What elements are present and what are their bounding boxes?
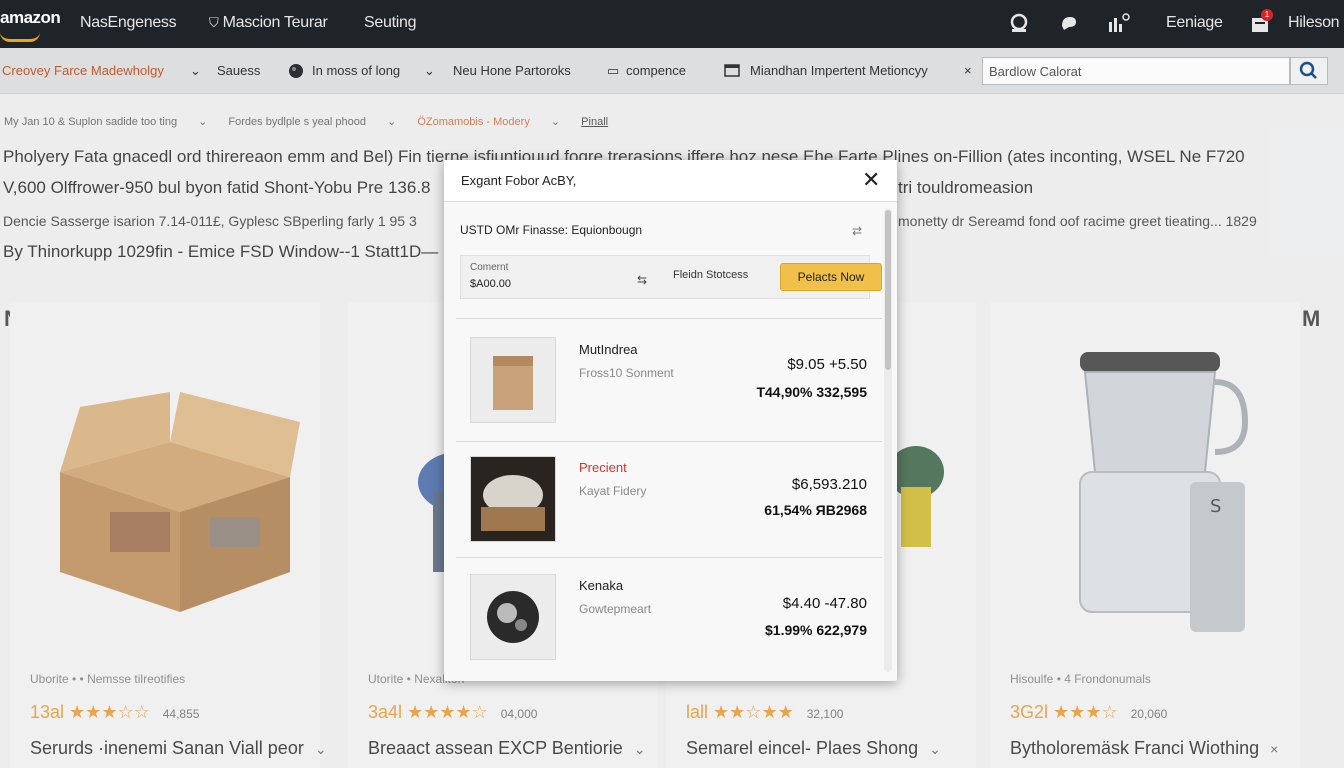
category-item-4[interactable]: Neu Hone Partoroks: [453, 63, 571, 78]
scrollbar-thumb[interactable]: [885, 210, 891, 370]
item-name[interactable]: Kenaka: [579, 578, 623, 593]
swap-icon[interactable]: ⇆: [637, 273, 647, 287]
paper-bag-image: [493, 356, 533, 410]
chat-icon[interactable]: [1058, 12, 1080, 34]
item-subtitle: Fross10 Sonment: [579, 366, 674, 380]
filter-icon: ⛉: [209, 15, 219, 30]
hileson-link[interactable]: Hileson: [1288, 14, 1340, 32]
currency-value[interactable]: $A00.00: [470, 278, 511, 290]
nav-item-3[interactable]: Seuting: [364, 14, 416, 32]
category-item-1[interactable]: Creovey Farce Madewholgy: [2, 63, 164, 78]
chevron-down-icon[interactable]: ⌄: [190, 63, 201, 79]
logo-text: amazon: [0, 8, 61, 27]
nav-item-2-label: Mascion Teurar: [222, 14, 328, 31]
item-subtitle: Gowtepmeart: [579, 602, 652, 616]
modal-label: USTD OMr Finasse: Equionbougn: [460, 223, 643, 237]
round-object-image: [487, 591, 539, 643]
item-thumbnail[interactable]: [470, 337, 556, 423]
currency-option[interactable]: Fleidn Stotcess: [673, 269, 748, 281]
search-button[interactable]: [1290, 57, 1328, 85]
pelacts-now-button[interactable]: Pelacts Now: [780, 263, 882, 291]
link-icon[interactable]: ⇄: [852, 224, 862, 238]
divider: [456, 318, 882, 319]
item-subtitle: Kayat Fidery: [579, 484, 647, 498]
notification-badge: 1: [1261, 9, 1273, 21]
logo-smile-icon: [0, 32, 40, 42]
modal-title: Exgant Fobor AcBY,: [461, 173, 577, 188]
close-icon[interactable]: ×: [964, 63, 972, 78]
currency-label: Comernt: [470, 262, 509, 273]
item-price: $6,593.210: [791, 476, 867, 493]
item-change: 61,54% ЯB2968: [764, 502, 867, 518]
item-price: $9.05 +5.50: [787, 356, 867, 373]
amazon-logo[interactable]: amazon: [0, 8, 61, 42]
item-change: $1.99% 622,979: [765, 622, 867, 638]
currency-row: Comernt $A00.00 ⇆ Fleidn Stotcess Pelact…: [460, 255, 882, 299]
divider: [456, 441, 882, 442]
stats-icon[interactable]: [1106, 12, 1130, 34]
item-price: $4.40 -47.80: [782, 595, 867, 612]
category-item-2[interactable]: Sauess: [217, 63, 260, 78]
search-icon: [1299, 61, 1317, 79]
category-item-3[interactable]: In moss of long: [312, 63, 400, 78]
item-thumbnail[interactable]: [470, 574, 556, 660]
item-change: T44,90% 332,595: [756, 384, 867, 400]
divider: [456, 557, 882, 558]
close-button[interactable]: ✕: [862, 167, 880, 193]
item-thumbnail[interactable]: [470, 456, 556, 542]
chevron-down-icon[interactable]: ⌄: [424, 63, 435, 79]
item-name[interactable]: MutIndrea: [579, 342, 638, 357]
globe-icon: [288, 63, 304, 82]
calendar-icon: [724, 63, 740, 80]
category-item-6[interactable]: Miandhan Impertent Metioncyy: [750, 63, 928, 78]
category-item-5[interactable]: compence: [626, 63, 686, 78]
export-modal: Exgant Fobor AcBY, ✕ USTD OMr Finasse: E…: [444, 160, 897, 681]
eeniage-link[interactable]: Eeniage: [1166, 14, 1223, 32]
item-name[interactable]: Precient: [579, 460, 627, 475]
top-navigation-bar: amazon NasEngeness ⛉ Mascion Teurar Seut…: [0, 0, 1344, 48]
nav-item-2[interactable]: ⛉ Mascion Teurar: [209, 14, 328, 32]
food-box-image: [471, 457, 555, 541]
modal-header: Exgant Fobor AcBY, ✕: [444, 160, 897, 202]
document-icon: ▭: [607, 63, 620, 78]
search-input[interactable]: Bardlow Calorat: [982, 57, 1290, 85]
nav-item-1[interactable]: NasEngeness: [80, 14, 177, 32]
account-icon[interactable]: [1008, 12, 1030, 34]
